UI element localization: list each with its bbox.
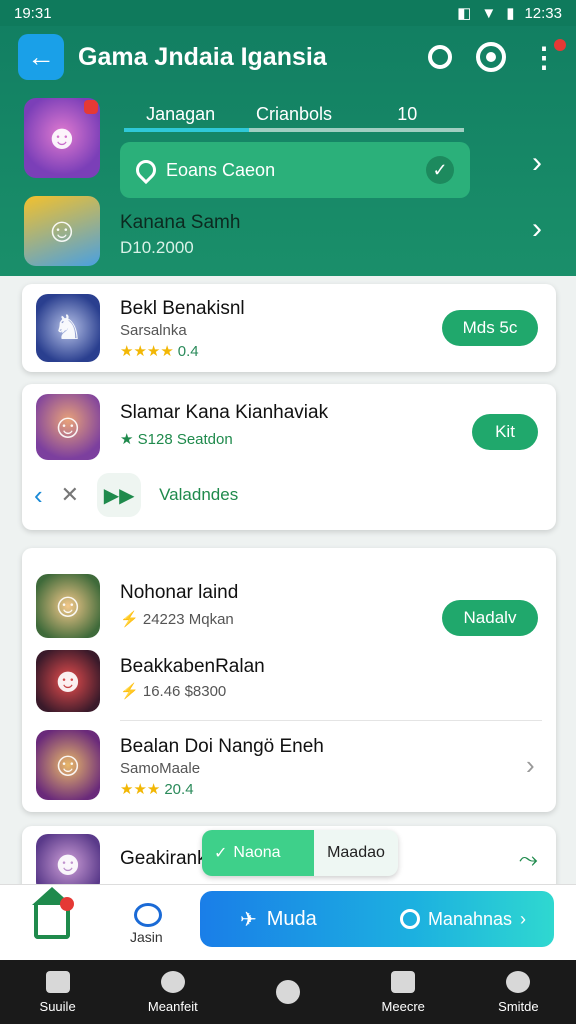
rating-value: 20.4 [164,781,194,798]
status-time-left: 19:31 [14,4,52,22]
app-bar: ← Gama Jndaia Igansia ⋮ [18,34,566,80]
header-game-thumbnail-1[interactable]: ☻ [24,98,100,178]
warrior-icon: ♞ [52,309,84,347]
chevron-right-icon[interactable]: › [526,750,535,781]
featured-title: Kanana Samh [120,212,241,233]
game-subtitle: Sarsalnka [120,322,187,339]
nav-item-profile[interactable]: Smitde [461,960,576,1024]
game-title: Geakirank [120,848,207,869]
hero-icon: ☺ [50,586,86,625]
hero-icon: ☺ [50,407,86,446]
game-card-2[interactable]: ☺ Slamar Kana Kianhaviak ★ S128 Seatdon … [22,384,556,530]
media-controls: ‹ ✕ ▶▶ Valadndes [22,472,556,518]
location-pin-icon [131,155,161,185]
game-subtitle: ★ S128 Seatdon [120,431,233,448]
controls-label: Valadndes [159,485,239,504]
knight-icon: ☺ [44,211,80,250]
pill-left-action[interactable]: ✈ Muda [240,907,317,932]
home-icon [45,970,70,993]
location-selector[interactable]: Eoans Caeon ✓ [120,142,470,198]
rating: ★★★ 20.4 [120,781,194,798]
back-button[interactable]: ← [18,34,64,80]
header-game-thumbnail-2[interactable]: ☺ [24,196,100,266]
nav-item-box[interactable]: Meecre [346,960,461,1024]
chevron-right-icon[interactable]: › [532,146,542,180]
demon-icon: ☻ [50,661,86,700]
game-thumbnail: ☺ [36,574,100,638]
more-vert-icon[interactable]: ⋮ [530,38,566,74]
active-tab-indicator [124,128,249,132]
game-thumbnail: ♞ [36,294,100,362]
card-action-button[interactable]: Nadalv [442,600,538,636]
game-subtitle: ⚡ 16.46 $8300 [120,683,227,700]
featured-subtitle: D10.2000 [120,238,194,257]
game-thumbnail: ☺ [36,730,100,800]
toast-primary-button[interactable]: ✓ Naona [202,830,314,876]
circle-icon [276,980,300,1004]
dragon-icon: ☻ [44,118,80,157]
game-thumbnail: ☺ [36,394,100,460]
close-icon[interactable]: ✕ [61,482,79,508]
nav-item-center[interactable] [230,960,345,1024]
check-icon[interactable]: ✓ [426,156,454,184]
share-icon[interactable]: ⤳ [519,846,538,874]
rating: ★★★★ 0.4 [120,343,199,360]
search-icon[interactable] [428,45,452,69]
thumbnail-badge [84,100,98,114]
wifi-icon: ▼ [481,4,497,22]
nav-item-settings[interactable]: Meanfeit [115,960,230,1024]
game-thumbnail: ☻ [36,650,100,712]
record-icon[interactable] [476,42,506,72]
location-label: Eoans Caeon [166,159,276,180]
toast: ✓ Naona Maadao [202,830,398,876]
pill-right-action[interactable]: Manahnas › [399,908,526,930]
card-action-button[interactable]: Kit [472,414,538,450]
play-icon[interactable]: ▶▶ [97,473,142,517]
game-title: Slamar Kana Kianhaviak [120,402,329,423]
chat-label: Jasin [130,929,163,945]
game-title: Bekl Benakisnl [120,298,245,319]
battery-icon: ▮ [506,5,515,22]
nav-item-home[interactable]: Suuile [0,960,115,1024]
ring-icon [399,909,420,929]
game-title: Bealan Doi Nangö Eneh [120,736,324,757]
action-bar: Jasin ✈ Muda Manahnas › [0,884,576,960]
game-subtitle: ⚡ 24223 Mqkan [120,611,234,628]
check-icon: ✓ [214,845,228,862]
app-title: Gama Jndaia Igansia [78,42,327,71]
tab-underline [124,128,464,132]
toast-secondary-button[interactable]: Maadao [314,830,398,876]
chevron-right-icon: › [520,908,526,929]
person-icon [506,970,531,993]
notification-badge [554,38,566,51]
home-badge [60,897,74,911]
nfc-icon: ◧ [457,5,472,22]
bottom-nav: Suuile Meanfeit Meecre Smitde [0,960,576,1024]
primary-action-pill[interactable]: ✈ Muda Manahnas › [200,891,554,947]
header: ← Gama Jndaia Igansia ⋮ ☻ ☺ Janagan Cria… [0,26,576,276]
game-subtitle: SamoMaale [120,760,201,777]
game-title: BeakkabenRalan [120,656,265,677]
chevron-left-icon[interactable]: ‹ [34,480,43,511]
chat-icon[interactable] [134,903,162,927]
plane-icon: ✈ [240,908,257,931]
rating-value: 0.4 [177,343,199,360]
settings-icon [160,970,185,993]
game-list-card: ☺ Nohonar laind ⚡ 24223 Mqkan Nadalv ☻ B… [22,548,556,812]
status-bar: 19:31 ◧ ▼ ▮ 12:33 [0,0,576,26]
box-icon [391,970,416,993]
chevron-right-icon[interactable]: › [532,212,542,246]
status-time-right: 12:33 [524,4,562,22]
card-action-button[interactable]: Mds 5c [442,310,538,346]
rhino-icon: ☻ [50,844,86,883]
divider [120,720,542,721]
game-card-1[interactable]: ♞ Bekl Benakisnl Sarsalnka ★★★★ 0.4 Mds 5… [22,284,556,372]
back-arrow-icon: ← [27,41,55,72]
adventurer-icon: ☺ [50,745,86,784]
game-title: Nohonar laind [120,582,239,603]
